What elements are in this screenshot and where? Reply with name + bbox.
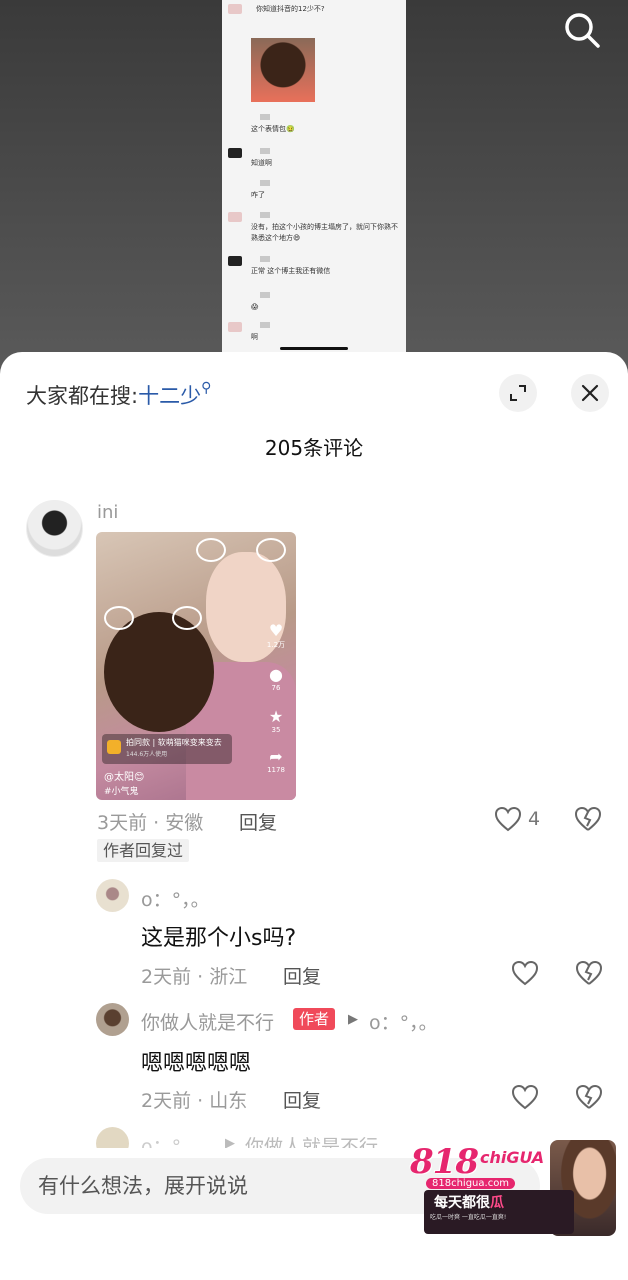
chat-avatar <box>228 212 242 222</box>
thumb-author: @太阳😊 <box>104 772 145 783</box>
sticker-ears <box>256 538 286 562</box>
video-background: 你知道抖音的12少不? 这个表情包🤢 知道啊 咋了 没有，拍这个小孩的博主塌房了… <box>0 0 628 370</box>
trending-keyword[interactable]: 十二少 <box>138 384 201 408</box>
reply-meta: 2天前 · 浙江 <box>141 966 248 988</box>
reply-arrow-icon: ▶ <box>348 1012 358 1027</box>
video-thumbnail[interactable]: ♥ 1.2万 ● 76 ★ 35 ➦ 1178 拍同款 | 软萌猫咪变来变去 144.6… <box>96 532 296 800</box>
reply-text: 这是那个小s吗? <box>141 926 297 951</box>
comment-username[interactable]: ini <box>97 502 118 523</box>
heart-icon <box>494 806 522 832</box>
reply-button[interactable]: 回复 <box>283 1086 321 1113</box>
watermark-ad: 818 chiGUA 818chigua.com 每天都很瓜 吃瓜一时爽 一直吃… <box>410 1140 616 1236</box>
comment-icon: ● <box>269 665 283 684</box>
avatar[interactable] <box>96 879 129 912</box>
chat-avatar <box>228 256 242 266</box>
thumb-favorite: ★ 35 <box>262 707 290 735</box>
like-count: 4 <box>528 808 541 830</box>
sticker-ears <box>172 606 202 630</box>
like-button[interactable] <box>511 960 539 986</box>
expand-button[interactable] <box>499 374 537 412</box>
reply-username[interactable]: 你做人就是不行 <box>141 1008 274 1035</box>
avatar[interactable] <box>26 500 83 557</box>
dislike-button[interactable] <box>574 806 602 836</box>
effect-banner: 拍同款 | 软萌猫咪变来变去 144.6万人使用 <box>102 734 232 764</box>
comment-count: 205条评论 <box>264 436 364 460</box>
comment-meta: 3天前 · 安徽 <box>97 812 204 834</box>
reply-text: 嗯嗯嗯嗯嗯 <box>141 1051 252 1076</box>
thumb-share: ➦ 1178 <box>262 747 290 775</box>
sticker-ears <box>104 606 134 630</box>
star-icon: ★ <box>268 707 284 726</box>
avatar[interactable] <box>96 1003 129 1036</box>
watermark-logo: 818 <box>410 1142 479 1182</box>
watermark-slogan: 每天都很瓜 <box>434 1195 504 1211</box>
chat-avatar <box>228 322 242 332</box>
trending-search[interactable]: 大家都在搜:十二少⚲ <box>26 380 211 410</box>
heart-icon <box>511 960 539 986</box>
chat-avatar <box>228 4 242 14</box>
thumb-comment: ● 76 <box>262 665 290 693</box>
author-badge: 作者 <box>293 1008 336 1030</box>
search-icon: ⚲ <box>201 380 212 396</box>
home-indicator <box>280 347 348 350</box>
sticker-ears <box>196 538 226 562</box>
search-button[interactable] <box>560 8 604 52</box>
reply-button[interactable]: 回复 <box>283 962 321 989</box>
reply-button[interactable]: 回复 <box>239 808 277 835</box>
broken-heart-icon <box>574 806 602 831</box>
close-icon <box>581 384 599 402</box>
watermark-site: 818chigua.com <box>426 1178 516 1189</box>
dislike-button[interactable] <box>575 960 603 990</box>
effect-icon <box>107 740 121 754</box>
broken-heart-icon <box>575 960 603 985</box>
thumb-like: ♥ 1.2万 <box>262 622 290 650</box>
chat-screenshot: 你知道抖音的12少不? 这个表情包🤢 知道啊 咋了 没有，拍这个小孩的博主塌房了… <box>222 0 406 356</box>
dislike-button[interactable] <box>575 1084 603 1114</box>
heart-icon <box>511 1084 539 1110</box>
search-icon <box>565 13 600 48</box>
broken-heart-icon <box>575 1084 603 1109</box>
expand-icon <box>510 385 526 401</box>
like-button[interactable] <box>511 1084 539 1110</box>
reply-username[interactable]: o：°，。 <box>141 885 210 912</box>
close-button[interactable] <box>571 374 609 412</box>
heart-icon: ♥ <box>268 621 284 640</box>
share-icon: ➦ <box>269 747 283 766</box>
author-replied-badge: 作者回复过 <box>97 839 190 862</box>
thumb-hashtag: #小气鬼 <box>104 787 139 797</box>
reply-to-username[interactable]: o：°，。 <box>369 1008 438 1035</box>
kid-photo <box>251 38 315 102</box>
reply-meta: 2天前 · 山东 <box>141 1090 248 1112</box>
like-button[interactable]: 4 <box>494 806 540 832</box>
chat-avatar <box>228 148 242 158</box>
